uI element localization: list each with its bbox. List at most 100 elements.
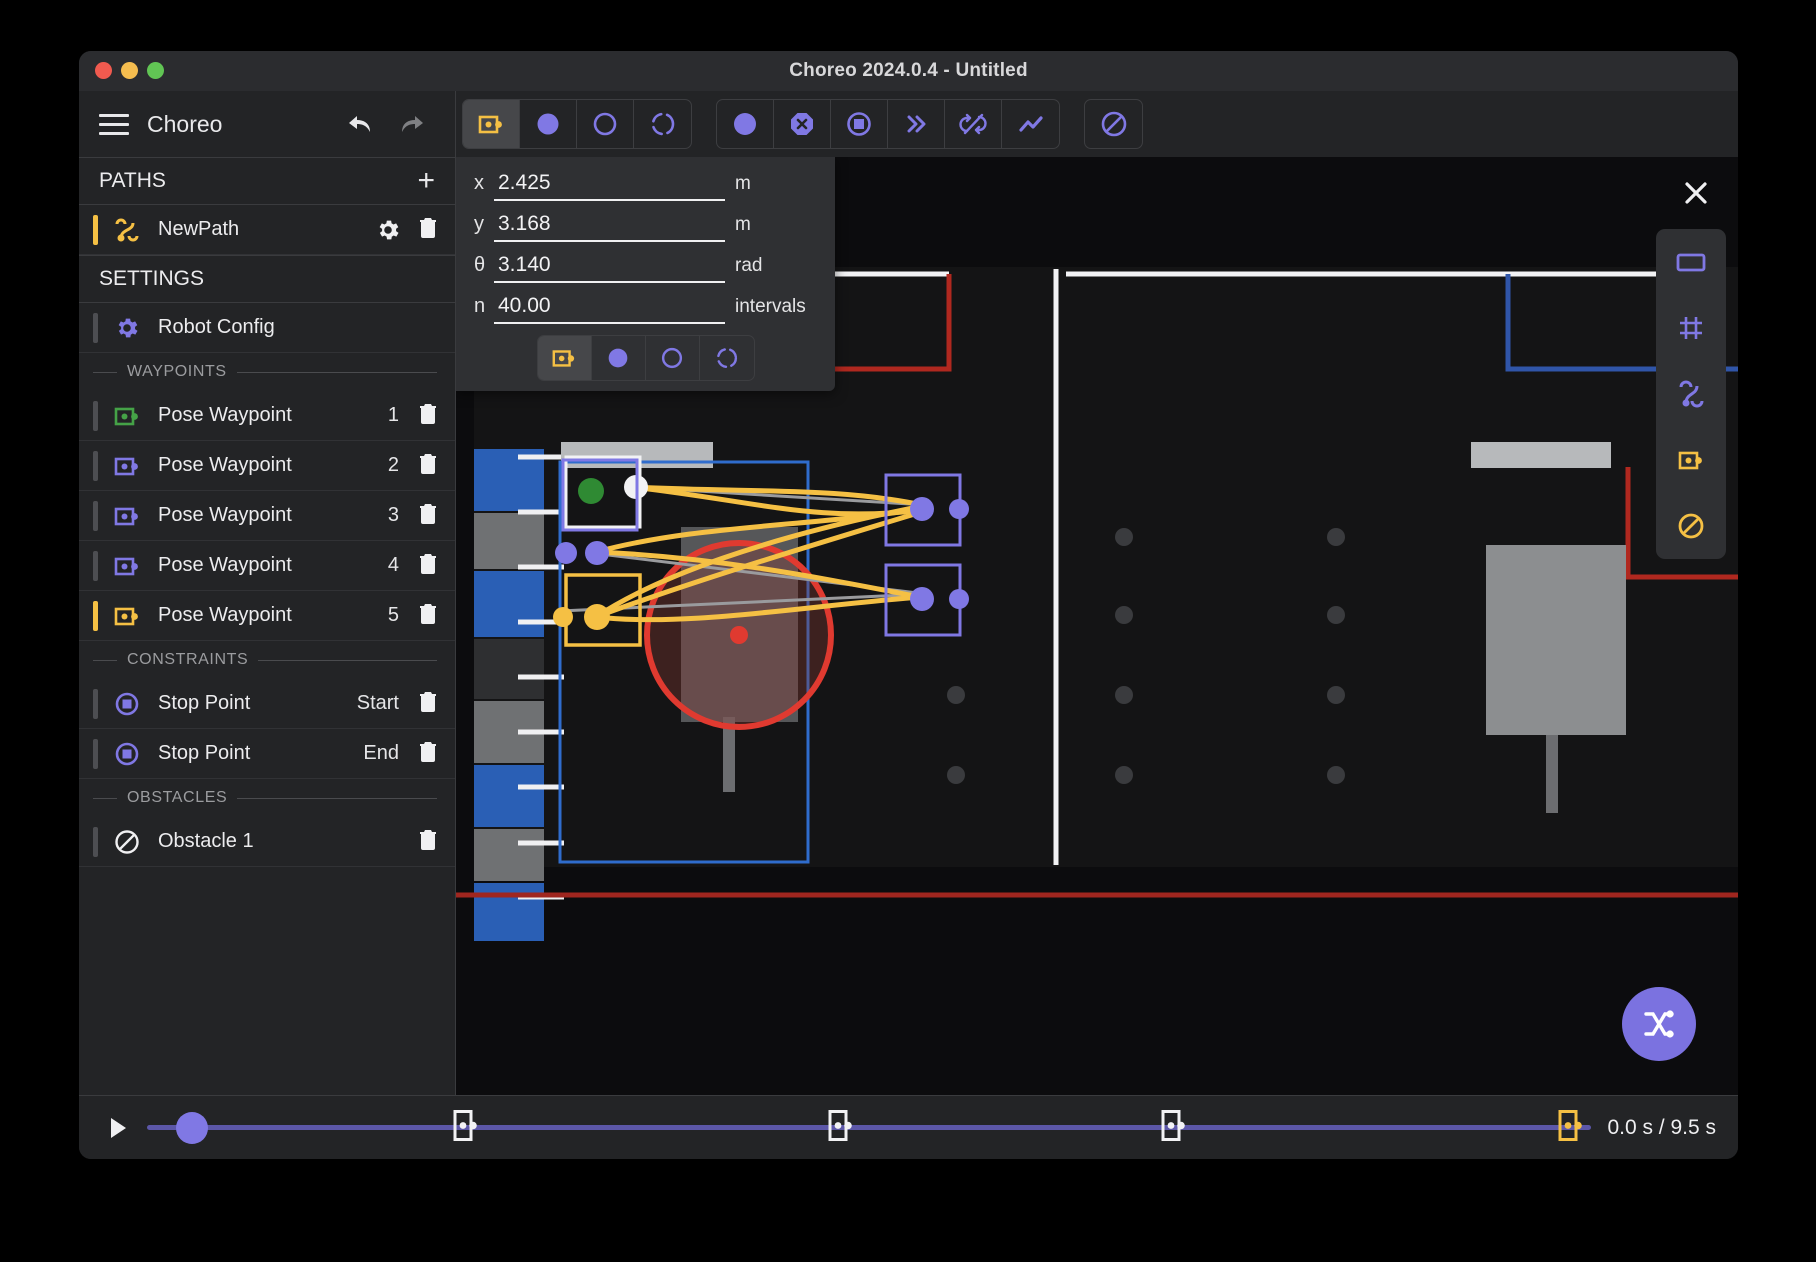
obstacle-tool-group bbox=[1084, 99, 1143, 149]
add-path-button[interactable]: + bbox=[417, 166, 435, 196]
app-name: Choreo bbox=[147, 111, 325, 138]
max-acceleration-tool[interactable] bbox=[1002, 100, 1059, 148]
sidebar-item-waypoint-4[interactable]: Pose Waypoint 4 bbox=[79, 541, 455, 591]
stop-point-tool[interactable] bbox=[831, 100, 888, 148]
play-button[interactable] bbox=[101, 1115, 135, 1141]
app-header: Choreo bbox=[79, 91, 455, 157]
settings-section-header: SETTINGS bbox=[79, 255, 455, 303]
delete-constraint-button[interactable] bbox=[417, 689, 439, 718]
empty-waypoint-tool[interactable] bbox=[577, 100, 634, 148]
robot-config-label: Robot Config bbox=[158, 316, 439, 339]
selection-indicator bbox=[93, 739, 98, 769]
y-unit: m bbox=[725, 214, 817, 236]
delete-waypoint-button[interactable] bbox=[417, 401, 439, 430]
waypoint-type-translation[interactable] bbox=[592, 336, 646, 380]
path-toggle[interactable] bbox=[1656, 361, 1726, 427]
close-panel-button[interactable] bbox=[1654, 157, 1738, 229]
selection-indicator bbox=[93, 689, 98, 719]
field-view-toggle[interactable] bbox=[1656, 229, 1726, 295]
waypoint-type-selector bbox=[456, 335, 835, 381]
constraint-scope: End bbox=[363, 742, 399, 765]
pose-waypoint-tool[interactable] bbox=[463, 100, 520, 148]
timeline-marker[interactable] bbox=[1160, 1108, 1186, 1147]
paths-section-header: PATHS + bbox=[79, 157, 455, 205]
delete-constraint-button[interactable] bbox=[417, 739, 439, 768]
time-display: 0.0 s / 9.5 s bbox=[1607, 1116, 1716, 1140]
x-unit: m bbox=[725, 173, 817, 195]
straight-line-tool[interactable] bbox=[945, 100, 1002, 148]
timeline-track[interactable] bbox=[147, 1108, 1591, 1148]
obstacle-tool[interactable] bbox=[1085, 100, 1142, 148]
prohibited-icon bbox=[112, 828, 142, 856]
waypoint-label: Pose Waypoint bbox=[158, 404, 388, 427]
field-row-y: y 3.168 m bbox=[456, 212, 835, 242]
gear-icon[interactable] bbox=[373, 217, 403, 243]
waypoint-toggle[interactable] bbox=[1656, 427, 1726, 493]
sidebar-item-waypoint-2[interactable]: Pose Waypoint 2 bbox=[79, 441, 455, 491]
timeline-thumb[interactable] bbox=[176, 1112, 208, 1144]
undo-redo-group bbox=[343, 111, 435, 137]
timeline-line bbox=[147, 1125, 1591, 1130]
waypoint-editor-popup: x 2.425 m y 3.168 m θ 3.140 rad bbox=[456, 157, 835, 391]
n-input[interactable]: 40.00 bbox=[494, 294, 725, 324]
waypoint-type-pose[interactable] bbox=[538, 336, 592, 380]
field-canvas[interactable]: x 2.425 m y 3.168 m θ 3.140 rad bbox=[456, 157, 1738, 1095]
selection-indicator bbox=[93, 551, 98, 581]
timeline-marker[interactable] bbox=[827, 1108, 853, 1147]
stop-point-icon bbox=[112, 690, 142, 718]
theta-input[interactable]: 3.140 bbox=[494, 253, 725, 283]
waypoint-index: 3 bbox=[388, 504, 399, 527]
delete-waypoint-button[interactable] bbox=[417, 501, 439, 530]
waypoint-label: Pose Waypoint bbox=[158, 554, 388, 577]
field-row-theta: θ 3.140 rad bbox=[456, 253, 835, 283]
delete-path-button[interactable] bbox=[417, 215, 439, 244]
navbar-waypoint-tool[interactable] bbox=[717, 100, 774, 148]
theta-unit: rad bbox=[725, 255, 817, 277]
path-item-newpath[interactable]: NewPath bbox=[79, 205, 455, 255]
delete-waypoint-button[interactable] bbox=[417, 551, 439, 580]
sidebar-item-robot-config[interactable]: Robot Config bbox=[79, 303, 455, 353]
gear-icon bbox=[112, 315, 142, 341]
sidebar-item-obstacle-1[interactable]: Obstacle 1 bbox=[79, 817, 455, 867]
selection-indicator bbox=[93, 451, 98, 481]
theta-label: θ bbox=[474, 254, 494, 277]
waypoint-type-empty[interactable] bbox=[646, 336, 700, 380]
waypoint-type-guess[interactable] bbox=[700, 336, 754, 380]
zero-velocity-tool[interactable] bbox=[774, 100, 831, 148]
y-input[interactable]: 3.168 bbox=[494, 212, 725, 242]
waypoint-index: 4 bbox=[388, 554, 399, 577]
waypoint-tool-group bbox=[462, 99, 692, 149]
waypoints-group-separator: WAYPOINTS bbox=[79, 353, 455, 391]
constraint-label: Stop Point bbox=[158, 742, 363, 765]
sidebar-item-constraint-end[interactable]: Stop Point End bbox=[79, 729, 455, 779]
timeline-marker[interactable] bbox=[452, 1108, 478, 1147]
sidebar-item-waypoint-3[interactable]: Pose Waypoint 3 bbox=[79, 491, 455, 541]
waypoint-label: Pose Waypoint bbox=[158, 504, 388, 527]
tool-toolbar bbox=[456, 91, 1738, 157]
app-window: Choreo 2024.0.4 - Untitled Choreo PATHS bbox=[79, 51, 1738, 1159]
delete-waypoint-button[interactable] bbox=[417, 451, 439, 480]
grid-toggle[interactable] bbox=[1656, 295, 1726, 361]
timeline-marker-selected[interactable] bbox=[1557, 1108, 1583, 1147]
delete-waypoint-button[interactable] bbox=[417, 601, 439, 630]
y-label: y bbox=[474, 213, 494, 236]
x-input[interactable]: 2.425 bbox=[494, 171, 725, 201]
delete-obstacle-button[interactable] bbox=[417, 827, 439, 856]
redo-icon[interactable] bbox=[399, 111, 429, 137]
guess-waypoint-tool[interactable] bbox=[634, 100, 691, 148]
paths-title: PATHS bbox=[99, 169, 166, 193]
menu-icon[interactable] bbox=[99, 114, 129, 135]
window-body: Choreo PATHS + bbox=[79, 91, 1738, 1095]
sidebar-item-constraint-start[interactable]: Stop Point Start bbox=[79, 679, 455, 729]
field-row-n: n 40.00 intervals bbox=[456, 294, 835, 324]
translation-waypoint-tool[interactable] bbox=[520, 100, 577, 148]
obstacle-toggle[interactable] bbox=[1656, 493, 1726, 559]
pose-waypoint-icon bbox=[112, 553, 142, 579]
sidebar-item-waypoint-5[interactable]: Pose Waypoint 5 bbox=[79, 591, 455, 641]
max-velocity-tool[interactable] bbox=[888, 100, 945, 148]
pose-waypoint-icon bbox=[112, 403, 142, 429]
generate-path-button[interactable] bbox=[1622, 987, 1696, 1061]
title-bar: Choreo 2024.0.4 - Untitled bbox=[79, 51, 1738, 91]
undo-icon[interactable] bbox=[343, 111, 373, 137]
sidebar-item-waypoint-1[interactable]: Pose Waypoint 1 bbox=[79, 391, 455, 441]
